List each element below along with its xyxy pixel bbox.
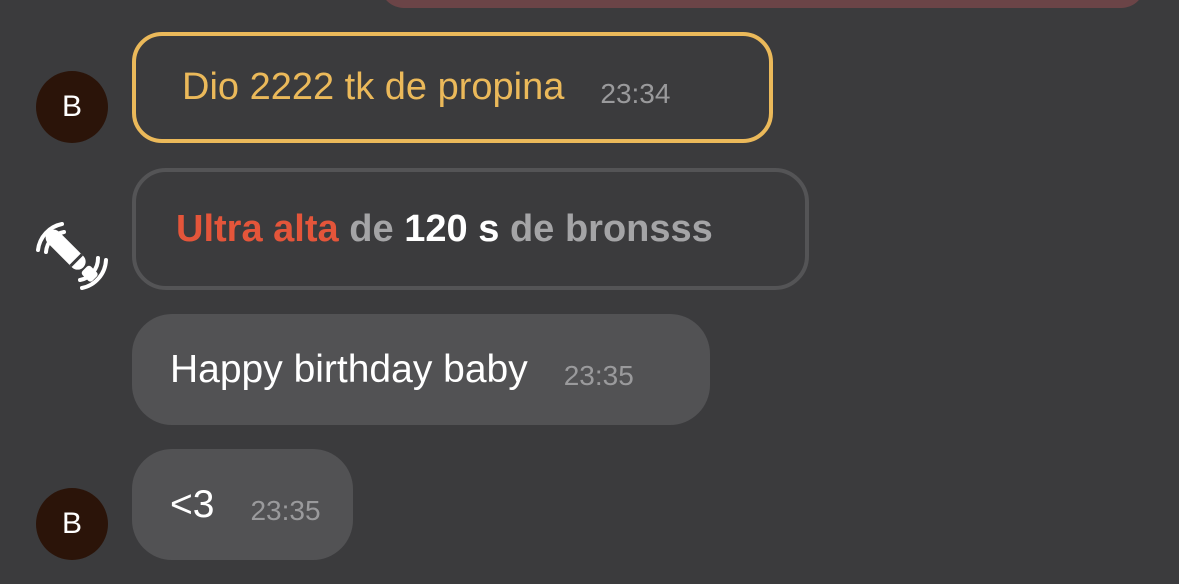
message-timestamp: 23:35 xyxy=(563,359,634,391)
chat-message-bubble: Happy birthday baby 23:35 xyxy=(132,314,710,425)
chat-message-bubble: <3 23:35 xyxy=(132,449,353,560)
tip-message-bubble: Dio 2222 tk de propina 23:34 xyxy=(132,32,773,143)
tip-message-text: Dio 2222 tk de propina xyxy=(182,66,565,108)
message-timestamp: 23:34 xyxy=(600,77,671,109)
vibration-username: bronsss xyxy=(564,207,713,250)
chat-message-text: Happy birthday baby xyxy=(170,347,528,391)
vibration-duration: 120 s xyxy=(404,207,500,250)
previous-message-bubble xyxy=(380,0,1145,8)
avatar[interactable]: B xyxy=(36,488,108,560)
vibration-level: Ultra alta xyxy=(176,207,339,250)
avatar[interactable]: B xyxy=(36,71,108,143)
vibration-connector: de xyxy=(509,207,555,250)
vibration-connector: de xyxy=(349,207,394,250)
chat-message-text: <3 xyxy=(170,482,215,526)
vibration-message-bubble: Ultra alta de 120 s de bronsss xyxy=(132,168,809,290)
message-timestamp: 23:35 xyxy=(250,494,321,526)
vibrator-waves-icon xyxy=(36,222,108,290)
